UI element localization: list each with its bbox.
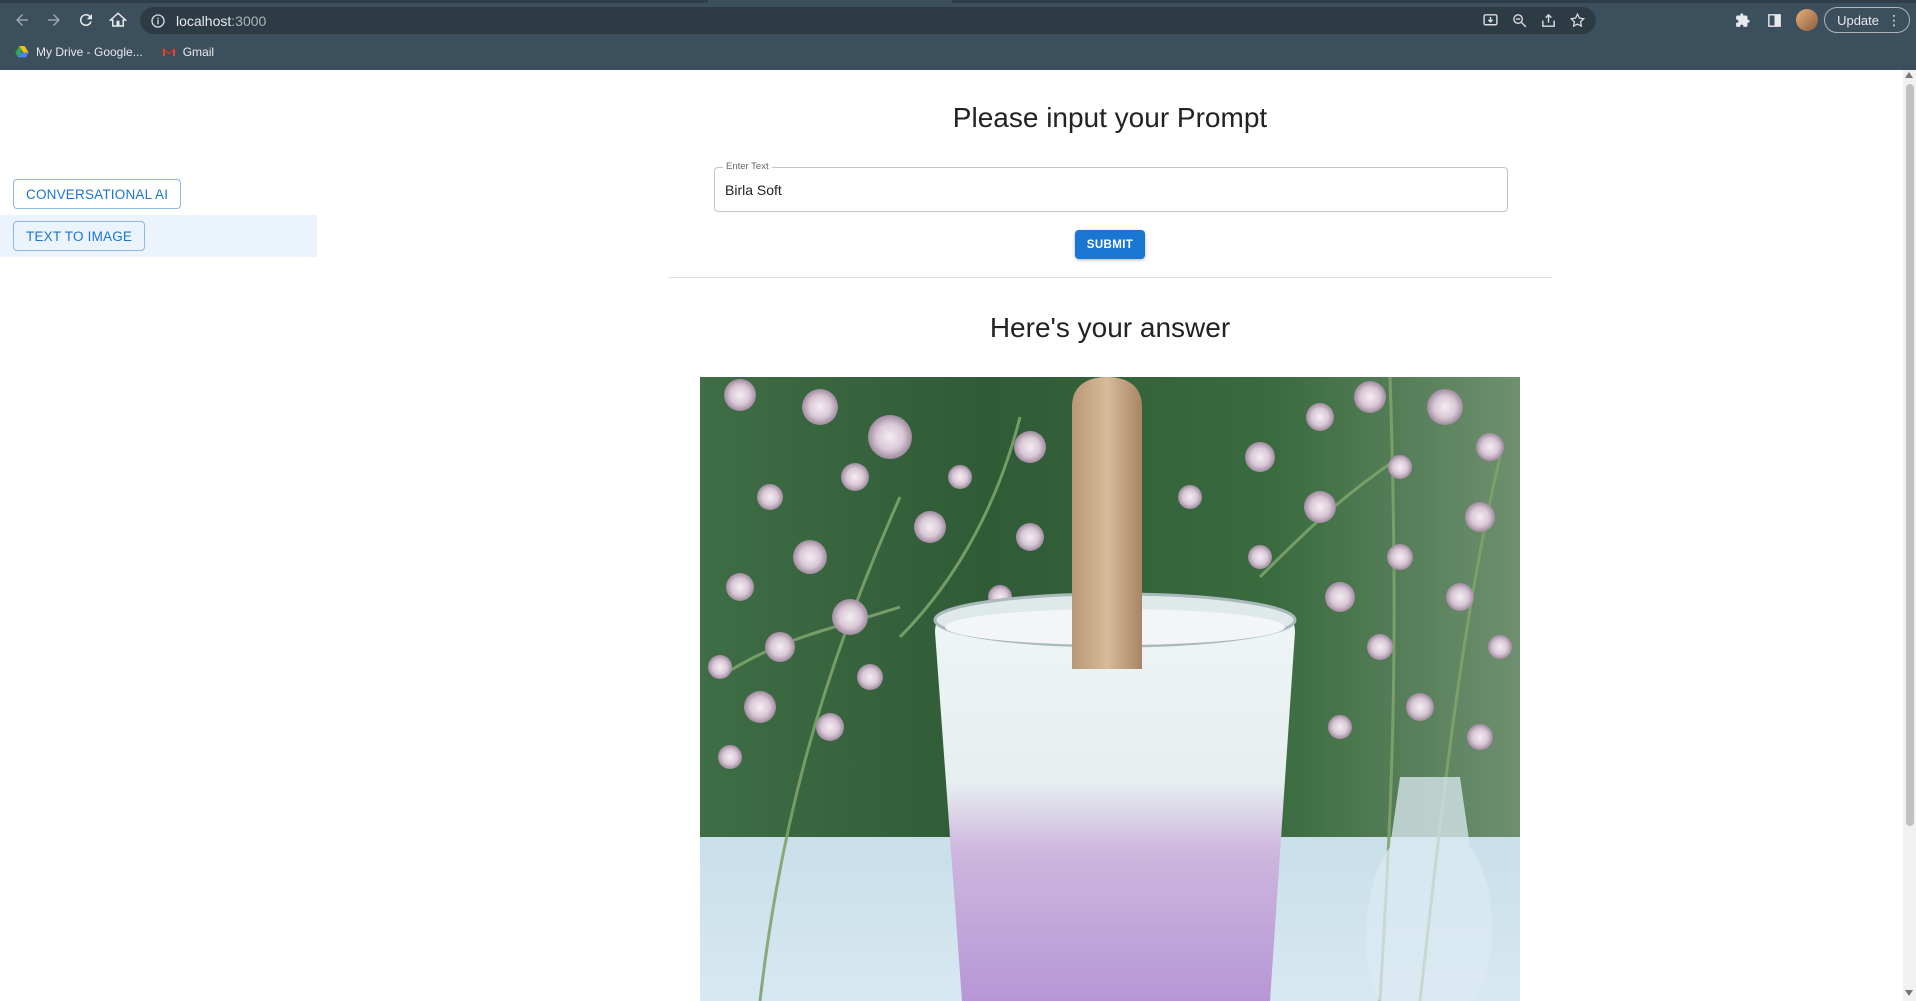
google-drive-icon [15, 46, 29, 58]
bookmark-my-drive[interactable]: My Drive - Google... [14, 44, 143, 60]
forward-button[interactable] [38, 4, 70, 36]
divider [668, 277, 1552, 278]
active-tab[interactable] [708, 0, 952, 3]
sidebar-item-text-to-image: TEXT TO IMAGE [0, 215, 317, 257]
scroll-down-arrow-icon[interactable] [1905, 990, 1913, 996]
page-viewport: CONVERSATIONAL AI TEXT TO IMAGE Please i… [0, 70, 1916, 1001]
extensions-button[interactable] [1726, 4, 1758, 36]
generated-image-graphic [700, 377, 1520, 1001]
address-bar[interactable]: localhost:3000 [140, 7, 1596, 34]
generated-image [700, 377, 1520, 1001]
sidebar-item-conversational-ai: CONVERSATIONAL AI [0, 173, 317, 215]
url-text: localhost:3000 [176, 13, 266, 29]
toolbar-right: Update ⋮ [1726, 4, 1916, 36]
tab-strip [0, 0, 1916, 3]
share-icon[interactable] [1540, 12, 1557, 29]
puzzle-icon [1735, 12, 1750, 27]
home-icon [109, 12, 127, 27]
more-menu-icon: ⋮ [1887, 12, 1901, 28]
side-panel-icon [1767, 13, 1781, 27]
submit-button[interactable]: SUBMIT [1075, 230, 1145, 259]
page-scrollbar[interactable] [1903, 70, 1916, 1001]
bookmark-label: My Drive - Google... [36, 45, 143, 59]
back-button[interactable] [6, 4, 38, 36]
star-icon[interactable] [1569, 12, 1586, 29]
install-app-icon[interactable] [1482, 12, 1499, 29]
side-panel-button[interactable] [1758, 4, 1790, 36]
browser-chrome: localhost:3000 Update ⋮ My Drive - Googl… [0, 0, 1916, 70]
prompt-heading: Please input your Prompt [952, 102, 1268, 133]
arrow-right-icon [48, 14, 60, 26]
sidebar: CONVERSATIONAL AI TEXT TO IMAGE [0, 170, 317, 257]
input-label: Enter Text [723, 161, 772, 172]
answer-heading: Here's your answer [989, 312, 1231, 343]
browser-toolbar: localhost:3000 Update ⋮ [0, 4, 1916, 36]
address-bar-actions [1482, 7, 1586, 34]
arrow-left-icon [16, 14, 28, 26]
zoom-icon[interactable] [1511, 12, 1528, 29]
conversational-ai-button[interactable]: CONVERSATIONAL AI [13, 179, 182, 209]
scrollbar-thumb[interactable] [1906, 84, 1914, 826]
url-port: :3000 [231, 12, 267, 29]
bookmark-gmail[interactable]: Gmail [161, 44, 214, 60]
update-label: Update [1837, 12, 1879, 28]
reload-button[interactable] [70, 4, 102, 36]
gmail-icon [162, 47, 175, 56]
prompt-text-field[interactable]: Enter Text Birla Soft [714, 161, 1508, 212]
text-to-image-button[interactable]: TEXT TO IMAGE [13, 221, 146, 251]
reload-icon [79, 14, 92, 27]
bookmark-label: Gmail [182, 45, 215, 59]
update-button[interactable]: Update ⋮ [1824, 7, 1910, 33]
info-icon [151, 13, 165, 28]
bookmarks-bar: My Drive - Google... Gmail [0, 40, 214, 64]
prompt-input-value[interactable]: Birla Soft [725, 182, 782, 198]
home-button[interactable] [102, 4, 134, 36]
profile-avatar[interactable] [1796, 9, 1819, 31]
url-host: localhost [176, 12, 232, 29]
scroll-up-arrow-icon[interactable] [1905, 72, 1913, 78]
